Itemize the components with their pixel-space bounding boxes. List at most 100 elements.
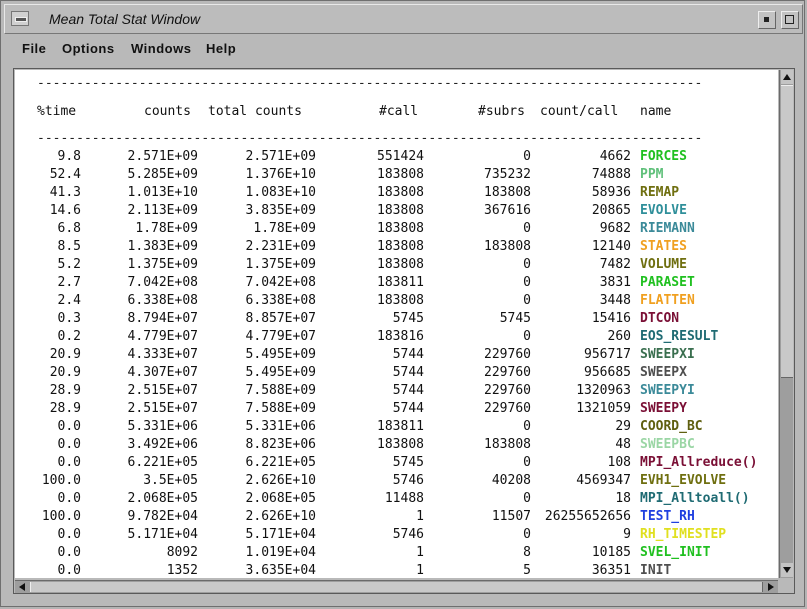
minimize-button[interactable]: [758, 11, 776, 29]
cell-subrs: 183808: [484, 185, 531, 200]
cell-routine-name[interactable]: FORCES: [640, 149, 687, 164]
cell-routine-name[interactable]: MPI_Allreduce(): [640, 455, 757, 470]
cell-count-per-call: 4662: [599, 149, 631, 164]
cell-total-counts: 1.376E+10: [245, 167, 316, 182]
cell-routine-name[interactable]: SWEEPBC: [640, 437, 695, 452]
cell-counts: 4.779E+07: [127, 329, 198, 344]
cell-routine-name[interactable]: INIT: [640, 563, 671, 578]
stats-text-area[interactable]: ----------------------------------------…: [15, 70, 778, 578]
table-row: 41.3 1.013E+10 1.083E+10 183808 183808 58936 R…: [15, 185, 778, 203]
arrow-right-icon[interactable]: [768, 583, 774, 591]
cell-time: 0.2: [57, 329, 81, 344]
menu-help[interactable]: Help: [206, 41, 236, 56]
title-bar[interactable]: Mean Total Stat Window: [4, 4, 803, 34]
table-row: 0.0 6.221E+05 6.221E+05 5745 0 108 MPI_Allredu…: [15, 455, 778, 473]
cell-total-counts: 5.331E+06: [245, 419, 316, 434]
cell-total-counts: 1.78E+09: [253, 221, 316, 236]
cell-routine-name[interactable]: STATES: [640, 239, 687, 254]
cell-routine-name[interactable]: COORD_BC: [640, 419, 703, 434]
cell-routine-name[interactable]: SVEL_INIT: [640, 545, 710, 560]
cell-routine-name[interactable]: PPM: [640, 167, 663, 182]
menu-file[interactable]: File: [22, 41, 46, 56]
vertical-scroll-thumb[interactable]: [781, 85, 793, 378]
cell-subrs: 183808: [484, 239, 531, 254]
cell-subrs: 5745: [499, 311, 531, 326]
scroll-up-button[interactable]: [781, 70, 793, 84]
table-row: 6.8 1.78E+09 1.78E+09 183808 0 9682 RIEMANN: [15, 221, 778, 239]
arrow-up-icon: [783, 74, 791, 80]
cell-total-counts: 3.635E+04: [245, 563, 316, 578]
cell-routine-name[interactable]: TEST_RH: [640, 509, 695, 524]
cell-routine-name[interactable]: DTCON: [640, 311, 679, 326]
cell-total-counts: 2.231E+09: [245, 239, 316, 254]
minimize-icon: [764, 17, 769, 22]
cell-routine-name[interactable]: MPI_Alltoall(): [640, 491, 750, 506]
cell-subrs: 229760: [484, 365, 531, 380]
cell-total-counts: 2.626E+10: [245, 509, 316, 524]
cell-counts: 8.794E+07: [127, 311, 198, 326]
cell-total-counts: 3.835E+09: [245, 203, 316, 218]
cell-call: 5744: [392, 401, 424, 416]
cell-count-per-call: 4569347: [576, 473, 631, 488]
scroll-down-button[interactable]: [781, 563, 793, 577]
cell-routine-name[interactable]: EVH1_EVOLVE: [640, 473, 726, 488]
cell-total-counts: 1.083E+10: [245, 185, 316, 200]
cell-routine-name[interactable]: RIEMANN: [640, 221, 695, 236]
table-row: 100.0 9.782E+04 2.626E+10 1 11507 26255652656…: [15, 509, 778, 527]
menu-options[interactable]: Options: [62, 41, 115, 56]
cell-routine-name[interactable]: VOLUME: [640, 257, 687, 272]
cell-counts: 9.782E+04: [127, 509, 198, 524]
cell-routine-name[interactable]: SWEEPXI: [640, 347, 695, 362]
window-title: Mean Total Stat Window: [49, 11, 201, 27]
cell-counts: 6.338E+08: [127, 293, 198, 308]
window-menu-button[interactable]: [11, 11, 29, 26]
cell-subrs: 229760: [484, 383, 531, 398]
cell-count-per-call: 3831: [599, 275, 631, 290]
cell-routine-name[interactable]: PARASET: [640, 275, 695, 290]
cell-call: 1: [416, 563, 424, 578]
cell-counts: 1.78E+09: [135, 221, 198, 236]
cell-time: 20.9: [49, 365, 81, 380]
cell-call: 5744: [392, 383, 424, 398]
arrow-left-icon[interactable]: [19, 583, 25, 591]
cell-time: 5.2: [57, 257, 81, 272]
cell-routine-name[interactable]: FLATTEN: [640, 293, 695, 308]
cell-counts: 5.331E+06: [127, 419, 198, 434]
cell-routine-name[interactable]: EOS_RESULT: [640, 329, 718, 344]
cell-count-per-call: 36351: [591, 563, 631, 578]
cell-count-per-call: 15416: [591, 311, 631, 326]
cell-counts: 1352: [166, 563, 198, 578]
cell-count-per-call: 956717: [584, 347, 631, 362]
cell-routine-name[interactable]: REMAP: [640, 185, 679, 200]
cell-total-counts: 6.338E+08: [245, 293, 316, 308]
cell-counts: 6.221E+05: [127, 455, 198, 470]
cell-subrs: 0: [523, 293, 531, 308]
cell-time: 8.5: [57, 239, 81, 254]
horizontal-scroll-thumb[interactable]: [30, 582, 763, 592]
cell-subrs: 0: [523, 419, 531, 434]
header-total-counts: total counts: [208, 104, 302, 119]
cell-time: 100.0: [41, 473, 81, 488]
cell-counts: 5.285E+09: [127, 167, 198, 182]
cell-routine-name[interactable]: SWEEPY: [640, 401, 687, 416]
table-row: 0.2 4.779E+07 4.779E+07 183816 0 260 EOS_RESUL…: [15, 329, 778, 347]
horizontal-scrollbar[interactable]: [15, 580, 778, 593]
cell-call: 183808: [377, 293, 424, 308]
cell-total-counts: 7.588E+09: [245, 401, 316, 416]
cell-total-counts: 1.019E+04: [245, 545, 316, 560]
cell-subrs: 0: [523, 491, 531, 506]
cell-subrs: 5: [523, 563, 531, 578]
cell-routine-name[interactable]: EVOLVE: [640, 203, 687, 218]
cell-count-per-call: 108: [607, 455, 631, 470]
cell-call: 1: [416, 509, 424, 524]
menu-windows[interactable]: Windows: [131, 41, 191, 56]
cell-routine-name[interactable]: SWEEPX: [640, 365, 687, 380]
cell-routine-name[interactable]: SWEEPYI: [640, 383, 695, 398]
cell-routine-name[interactable]: RH_TIMESTEP: [640, 527, 726, 542]
cell-call: 183808: [377, 185, 424, 200]
cell-call: 183816: [377, 329, 424, 344]
vertical-scrollbar[interactable]: [779, 70, 793, 578]
table-row: 0.0 5.331E+06 5.331E+06 183811 0 29 COORD_BC: [15, 419, 778, 437]
cell-counts: 1.375E+09: [127, 257, 198, 272]
maximize-button[interactable]: [781, 11, 799, 29]
